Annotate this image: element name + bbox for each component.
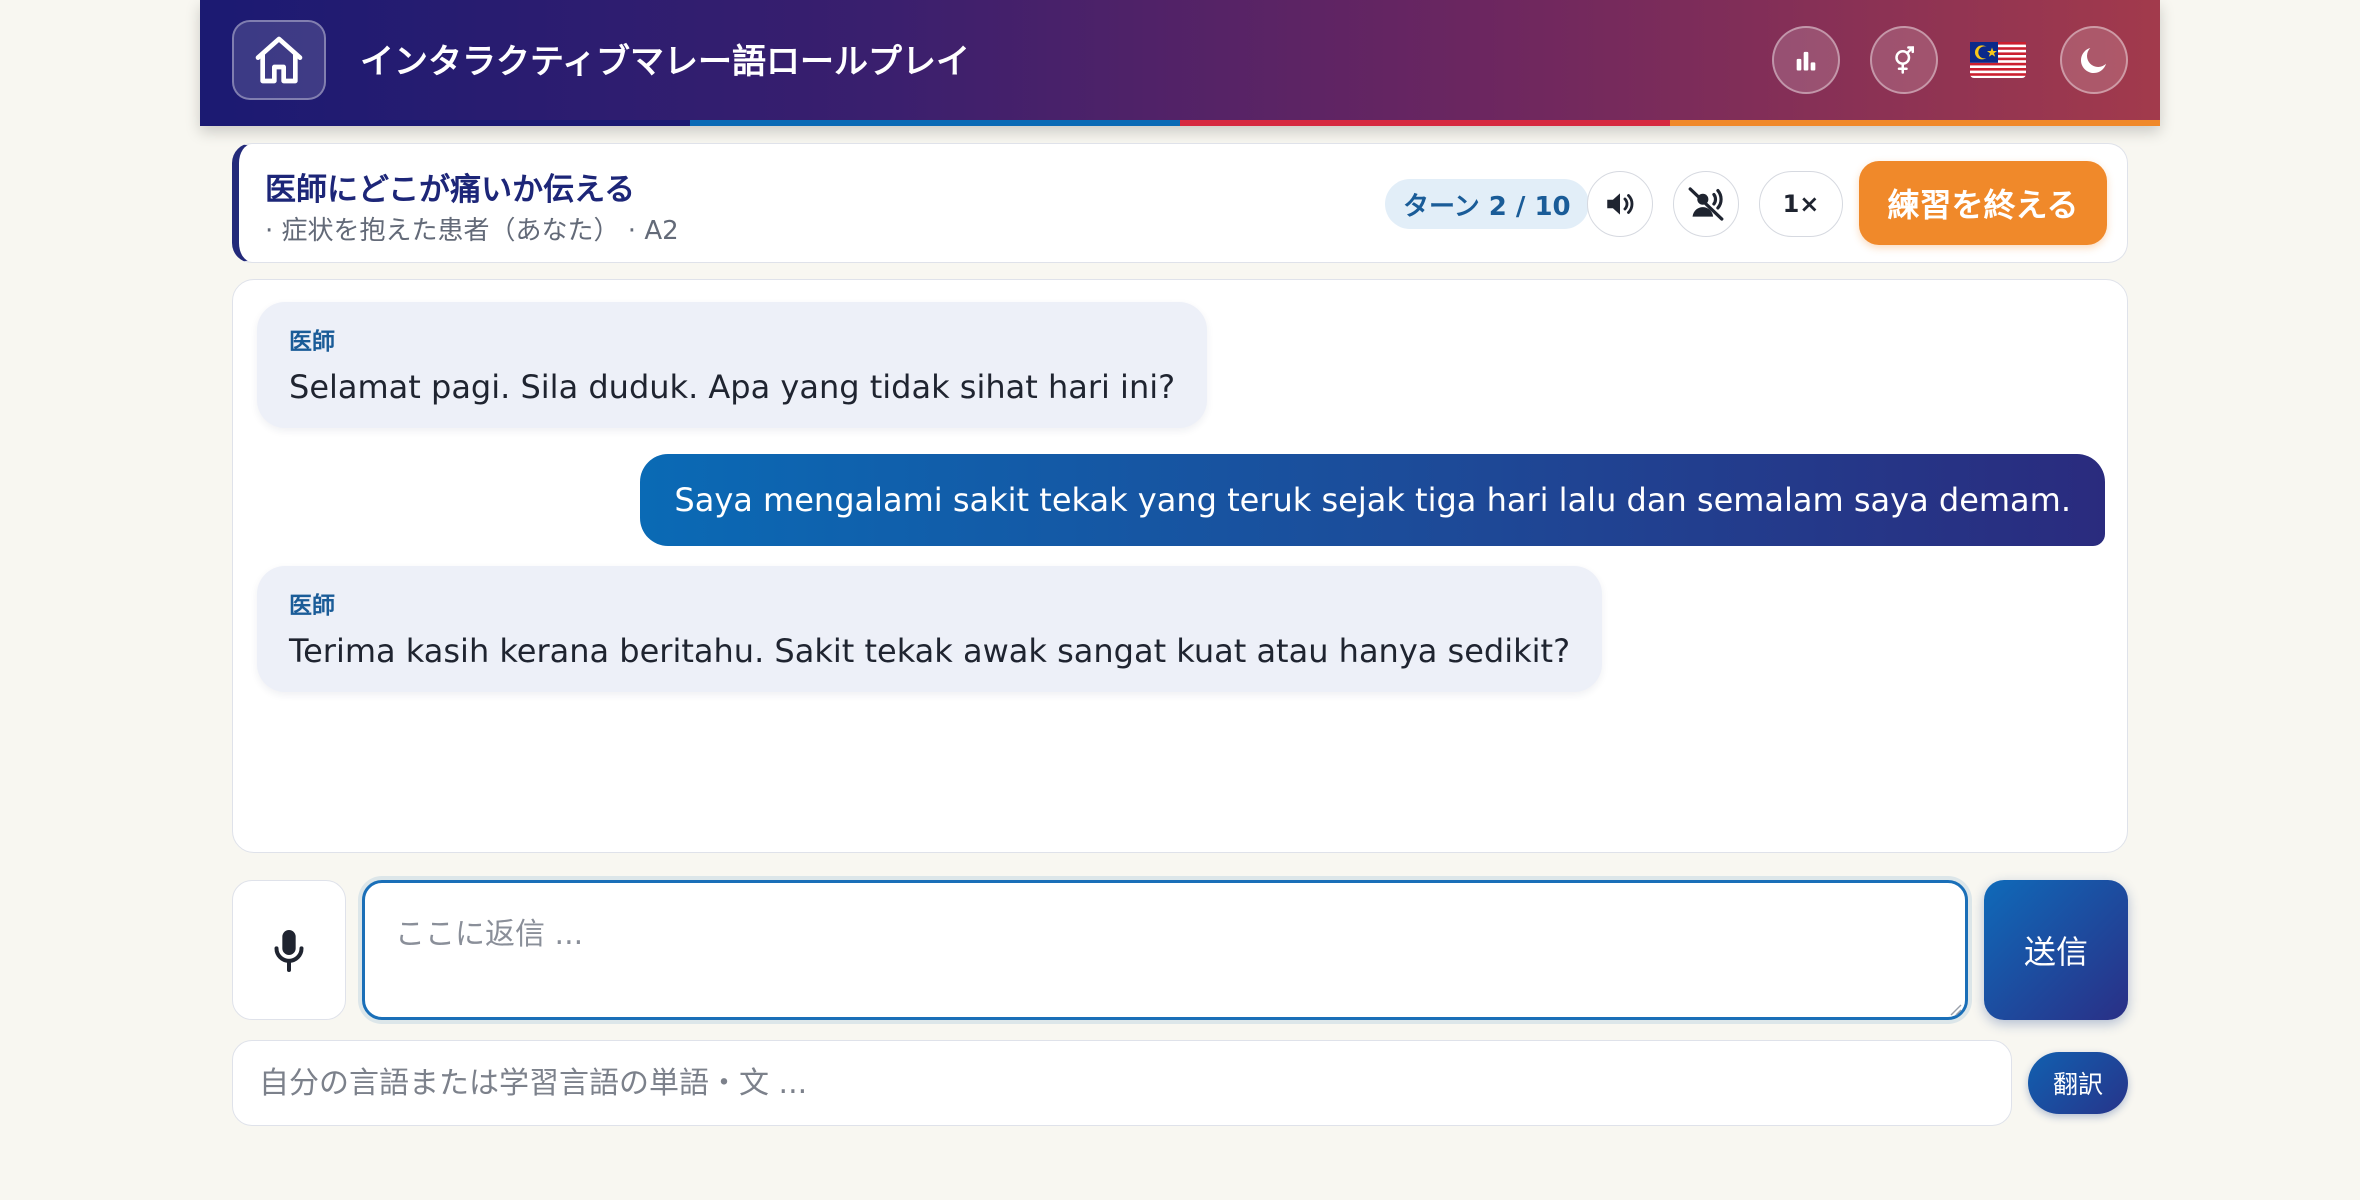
partner-message: 医師 Terima kasih kerana beritahu. Sakit t… [257, 566, 1603, 692]
gender-button[interactable] [1870, 26, 1938, 94]
end-practice-button[interactable]: 練習を終える [1859, 161, 2107, 245]
stripe-segment [1180, 120, 1670, 126]
scenario-subtitle: · 症状を抱えた患者（あなた） · A2 [265, 216, 679, 246]
translate-input[interactable] [232, 1040, 2012, 1126]
moon-icon [2080, 48, 2106, 74]
app-header: インタラクティブマレー語ロールプレイ [200, 0, 2160, 126]
microphone-button[interactable] [232, 880, 346, 1020]
scenario-title: 医師にどこが痛いか伝える [265, 172, 636, 208]
microphone-icon [274, 930, 304, 972]
stripe-segment [690, 120, 1180, 126]
chat-panel: 医師 Selamat pagi. Sila duduk. Apa yang ti… [232, 279, 2128, 853]
send-button[interactable]: 送信 [1984, 880, 2128, 1020]
language-flag-button[interactable] [1968, 30, 2028, 90]
scenario-bar: 医師にどこが痛いか伝える · 症状を抱えた患者（あなた） · A2 ターン 2 … [232, 143, 2128, 263]
stripe-segment [200, 120, 690, 126]
message-text: Selamat pagi. Sila duduk. Apa yang tidak… [289, 368, 1176, 406]
home-icon [255, 36, 303, 84]
stats-button[interactable] [1772, 26, 1840, 94]
gender-icon [1895, 46, 1914, 74]
home-button[interactable] [232, 20, 326, 100]
user-message: Saya mengalami sakit tekak yang teruk se… [640, 454, 2105, 546]
theme-toggle-button[interactable] [2060, 26, 2128, 94]
header-color-stripe [200, 120, 2160, 126]
resize-grip-icon[interactable] [1948, 1002, 1962, 1016]
playback-speed-button[interactable]: 1× [1759, 171, 1843, 237]
turn-counter-badge: ターン 2 / 10 [1385, 179, 1589, 229]
message-text: Terima kasih kerana beritahu. Sakit teka… [289, 632, 1571, 670]
bar-chart-icon [1796, 51, 1816, 71]
stripe-segment [1670, 120, 2160, 126]
translate-button[interactable]: 翻訳 [2028, 1052, 2128, 1114]
speaker-button[interactable] [1587, 171, 1653, 237]
speaker-icon [1607, 193, 1634, 215]
partner-message: 医師 Selamat pagi. Sila duduk. Apa yang ti… [257, 302, 1208, 428]
app-title: インタラクティブマレー語ロールプレイ [360, 42, 970, 82]
message-speaker: 医師 [289, 329, 335, 355]
malaysia-flag-icon [1970, 42, 2026, 78]
reply-input[interactable] [362, 880, 1968, 1020]
voice-off-icon [1688, 187, 1724, 221]
message-speaker: 医師 [289, 593, 335, 619]
mute-voice-button[interactable] [1673, 171, 1739, 237]
